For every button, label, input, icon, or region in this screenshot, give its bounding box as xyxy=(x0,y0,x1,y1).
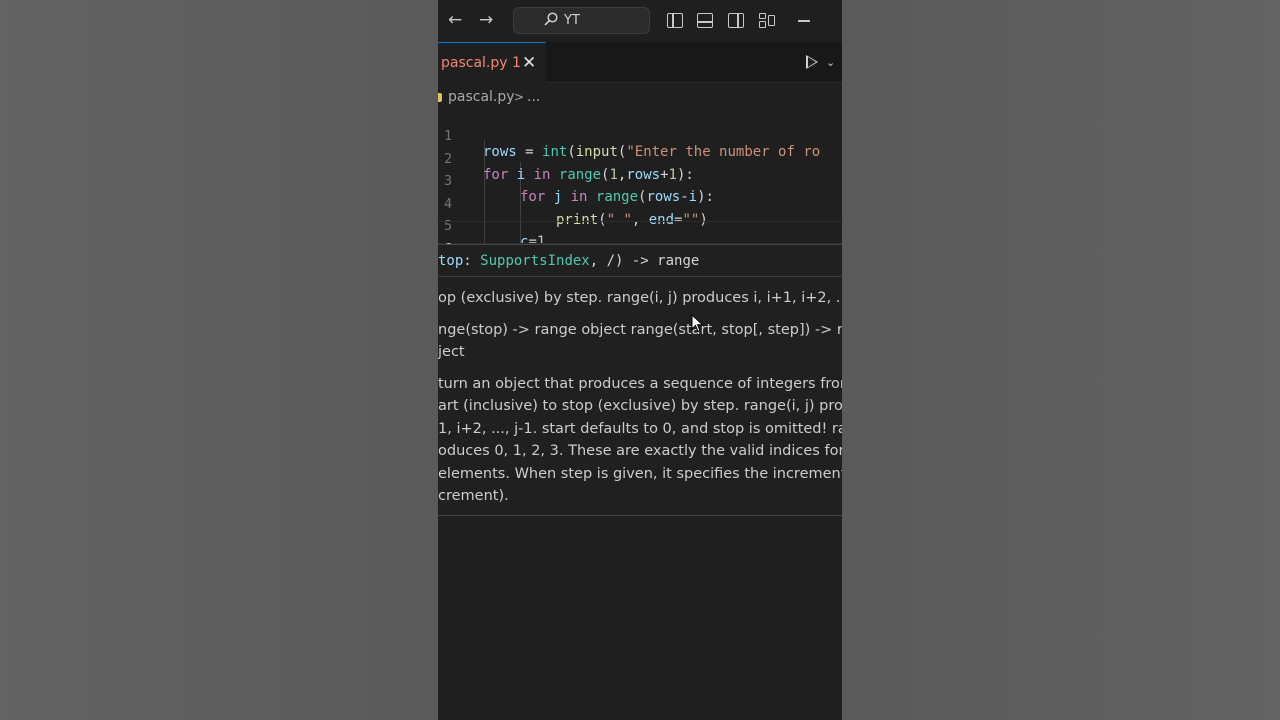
run-icon[interactable] xyxy=(806,55,818,69)
hover-documentation-panel: top: SupportsIndex, /) -> range op (excl… xyxy=(438,244,842,516)
toggle-primary-sidebar-icon[interactable] xyxy=(667,13,683,28)
chevron-right-icon: > xyxy=(514,90,525,104)
code-line[interactable]: 1 rows = int(input("Enter the number of … xyxy=(438,109,842,160)
code-line-current[interactable]: 6 for j in range(1) xyxy=(438,221,842,273)
arrow-right-icon[interactable]: → xyxy=(479,12,493,29)
search-icon xyxy=(544,12,558,26)
code-line[interactable]: 5 c=1 xyxy=(438,199,842,250)
breadcrumb: pascal.py > ... xyxy=(438,84,842,110)
doc-line: op (exclusive) by step. range(i, j) prod… xyxy=(438,290,842,306)
doc-line: elements. When step is given, it specifi… xyxy=(438,465,842,482)
python-file-icon xyxy=(438,93,442,102)
search-label: YT xyxy=(564,13,580,28)
mouse-pointer-icon xyxy=(691,314,704,333)
doc-line: ject xyxy=(438,344,465,361)
customize-layout-icon[interactable] xyxy=(759,13,776,28)
editor-window: ← → YT pascal.py 1 ✕ ⌄ pascal.py > ... 1… xyxy=(438,0,842,720)
doc-line: art (inclusive) to stop (exclusive) by s… xyxy=(438,398,842,415)
chevron-down-icon[interactable]: ⌄ xyxy=(826,56,835,69)
doc-line: crement). xyxy=(438,488,509,504)
tab-pascal-py[interactable]: pascal.py 1 ✕ xyxy=(438,42,546,83)
function-signature: top: SupportsIndex, /) -> range xyxy=(438,245,842,277)
arrow-left-icon[interactable]: ← xyxy=(448,12,462,29)
tab-bar: pascal.py 1 ✕ ⌄ xyxy=(438,42,842,83)
doc-line: nge(stop) -> range object range(start, s… xyxy=(438,322,842,338)
editor-empty-area[interactable] xyxy=(438,516,842,720)
doc-line: oduces 0, 1, 2, 3. These are exactly the… xyxy=(438,443,842,460)
toggle-secondary-sidebar-icon[interactable] xyxy=(728,13,744,28)
doc-line: 1, i+2, ..., j-1. start defaults to 0, a… xyxy=(438,420,842,437)
video-backdrop-right xyxy=(842,0,1280,720)
breadcrumb-file[interactable]: pascal.py xyxy=(448,84,515,110)
tab-label: pascal.py 1 xyxy=(441,55,521,71)
code-line[interactable]: 4 print(" ", end="") xyxy=(438,177,842,228)
video-backdrop-left xyxy=(0,0,438,720)
code-line[interactable]: 2 for i in range(1,rows+1): xyxy=(438,132,842,183)
title-bar: ← → YT xyxy=(438,0,842,42)
breadcrumb-symbols[interactable]: ... xyxy=(527,84,540,110)
doc-line: turn an object that produces a sequence … xyxy=(438,376,842,392)
minimize-icon[interactable] xyxy=(798,20,810,22)
close-icon[interactable]: ✕ xyxy=(522,53,536,73)
code-editor[interactable]: 1 rows = int(input("Enter the number of … xyxy=(438,109,842,273)
toggle-panel-icon[interactable] xyxy=(697,13,713,28)
code-line[interactable]: 3 for j in range(rows-i): xyxy=(438,154,842,205)
command-center-search[interactable]: YT xyxy=(513,7,650,34)
